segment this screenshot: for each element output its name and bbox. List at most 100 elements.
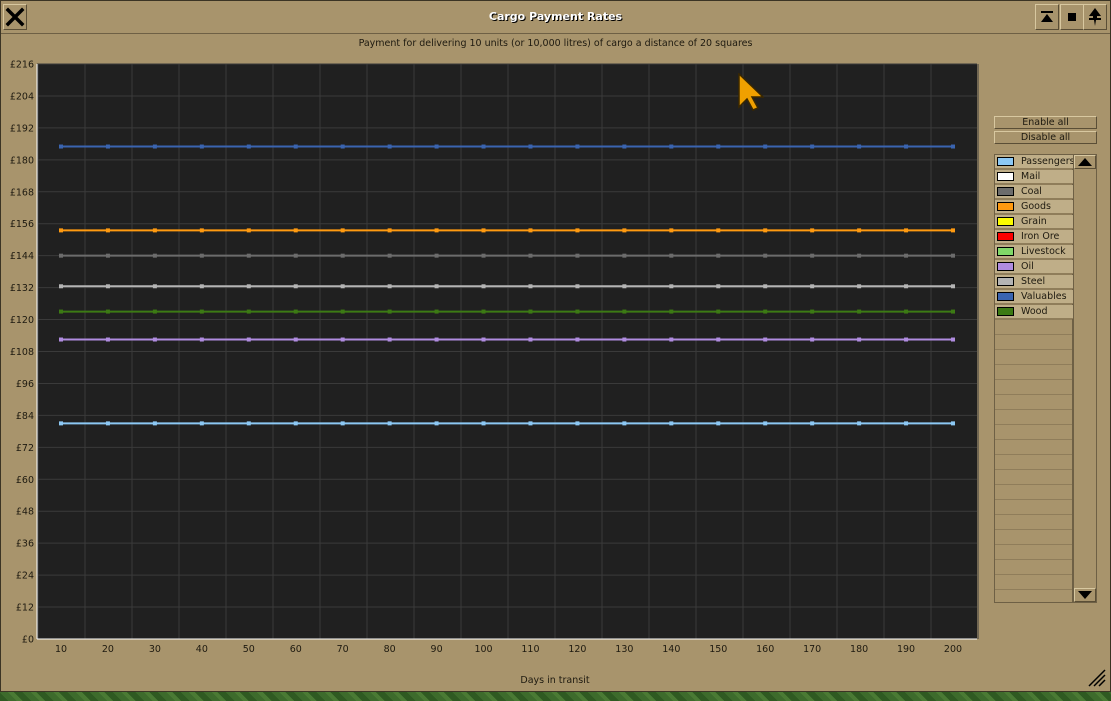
data-point-oil xyxy=(105,337,110,342)
data-point-coal xyxy=(199,253,204,258)
legend-item-wood[interactable]: Wood xyxy=(995,305,1073,319)
x-tick-label: 110 xyxy=(521,644,539,655)
arrow-down-icon xyxy=(1078,591,1092,599)
y-tick-label: £204 xyxy=(10,91,34,102)
data-point-oil xyxy=(857,337,862,342)
y-tick-label: £0 xyxy=(22,635,34,646)
y-tick-label: £96 xyxy=(16,379,34,390)
data-point-passengers xyxy=(340,421,345,426)
graph-subtitle: Payment for delivering 10 units (or 10,0… xyxy=(358,38,753,49)
legend-item-coal[interactable]: Coal xyxy=(995,185,1073,199)
shade-button[interactable] xyxy=(1035,4,1059,30)
data-point-steel xyxy=(575,284,580,289)
y-tick-label: £216 xyxy=(10,60,34,71)
legend-label: Goods xyxy=(1021,201,1051,212)
data-point-passengers xyxy=(59,421,63,426)
pin-icon xyxy=(1089,8,1101,26)
data-point-steel xyxy=(810,284,815,289)
data-point-goods xyxy=(246,228,251,233)
title-bar[interactable]: Cargo Payment Rates xyxy=(1,1,1110,34)
data-point-passengers xyxy=(199,421,204,426)
payment-rates-graph: £0 £12 £24 £36 £48 £60 £72 £84 £96 £108 £120 £132 £1… xyxy=(10,60,979,655)
data-point-passengers xyxy=(481,421,486,426)
scroll-up-button[interactable] xyxy=(1074,155,1096,169)
sticky-button[interactable] xyxy=(1083,4,1107,30)
data-point-wood xyxy=(810,309,815,314)
legend-scrollbar[interactable] xyxy=(1073,154,1097,603)
data-point-steel xyxy=(59,284,63,289)
data-point-passengers xyxy=(575,421,580,426)
legend-item-oil[interactable]: Oil xyxy=(995,260,1073,274)
data-point-coal xyxy=(904,253,909,258)
data-point-valuables xyxy=(59,144,63,149)
data-point-passengers xyxy=(293,421,298,426)
data-point-steel xyxy=(152,284,157,289)
data-point-wood xyxy=(481,309,486,314)
legend-item-passengers[interactable]: Passengers xyxy=(995,155,1073,169)
legend-item-grain[interactable]: Grain xyxy=(995,215,1073,229)
y-tick-label: £72 xyxy=(16,443,34,454)
data-point-valuables xyxy=(857,144,862,149)
data-point-steel xyxy=(387,284,392,289)
data-point-wood xyxy=(575,309,580,314)
data-point-steel xyxy=(481,284,486,289)
legend-swatch xyxy=(997,217,1014,226)
x-tick-label: 120 xyxy=(568,644,586,655)
legend-swatch xyxy=(997,157,1014,166)
legend-item-valuables[interactable]: Valuables xyxy=(995,290,1073,304)
data-point-oil xyxy=(810,337,815,342)
x-tick-label: 100 xyxy=(474,644,492,655)
legend-item-goods[interactable]: Goods xyxy=(995,200,1073,214)
legend-item-iron-ore[interactable]: Iron Ore xyxy=(995,230,1073,244)
data-point-valuables xyxy=(716,144,721,149)
data-point-goods xyxy=(575,228,580,233)
data-point-goods xyxy=(293,228,298,233)
data-point-passengers xyxy=(387,421,392,426)
enable-all-button[interactable]: Enable all xyxy=(994,116,1097,129)
data-point-wood xyxy=(951,309,955,314)
data-point-oil xyxy=(340,337,345,342)
legend-label: Oil xyxy=(1021,261,1034,272)
legend-swatch xyxy=(997,172,1014,181)
data-point-steel xyxy=(716,284,721,289)
data-point-wood xyxy=(387,309,392,314)
x-tick-label: 150 xyxy=(709,644,727,655)
data-point-coal xyxy=(340,253,345,258)
data-point-wood xyxy=(669,309,674,314)
y-tick-label: £24 xyxy=(16,571,34,582)
legend-label: Coal xyxy=(1021,186,1042,197)
data-point-passengers xyxy=(951,421,955,426)
data-point-steel xyxy=(951,284,955,289)
data-point-oil xyxy=(152,337,157,342)
disable-all-button[interactable]: Disable all xyxy=(994,131,1097,144)
legend-label: Steel xyxy=(1021,276,1046,287)
data-point-wood xyxy=(105,309,110,314)
data-point-passengers xyxy=(105,421,110,426)
legend-swatch xyxy=(997,232,1014,241)
resize-handle-icon[interactable] xyxy=(1085,666,1107,688)
data-point-goods xyxy=(152,228,157,233)
legend-label: Wood xyxy=(1021,306,1048,317)
data-point-wood xyxy=(293,309,298,314)
y-tick-label: £156 xyxy=(10,219,34,230)
data-point-coal xyxy=(810,253,815,258)
data-point-wood xyxy=(528,309,533,314)
data-point-valuables xyxy=(105,144,110,149)
legend-swatch xyxy=(997,292,1014,301)
arrow-up-icon xyxy=(1078,158,1092,166)
data-point-valuables xyxy=(481,144,486,149)
data-point-wood xyxy=(199,309,204,314)
scroll-down-button[interactable] xyxy=(1074,588,1096,602)
data-point-valuables xyxy=(810,144,815,149)
legend-item-mail[interactable]: Mail xyxy=(995,170,1073,184)
default-size-button[interactable] xyxy=(1060,4,1084,30)
data-point-passengers xyxy=(763,421,768,426)
legend-item-steel[interactable]: Steel xyxy=(995,275,1073,289)
legend-item-livestock[interactable]: Livestock xyxy=(995,245,1073,259)
data-point-coal xyxy=(763,253,768,258)
data-point-steel xyxy=(528,284,533,289)
data-point-valuables xyxy=(434,144,439,149)
data-point-valuables xyxy=(904,144,909,149)
data-point-steel xyxy=(904,284,909,289)
data-point-coal xyxy=(434,253,439,258)
